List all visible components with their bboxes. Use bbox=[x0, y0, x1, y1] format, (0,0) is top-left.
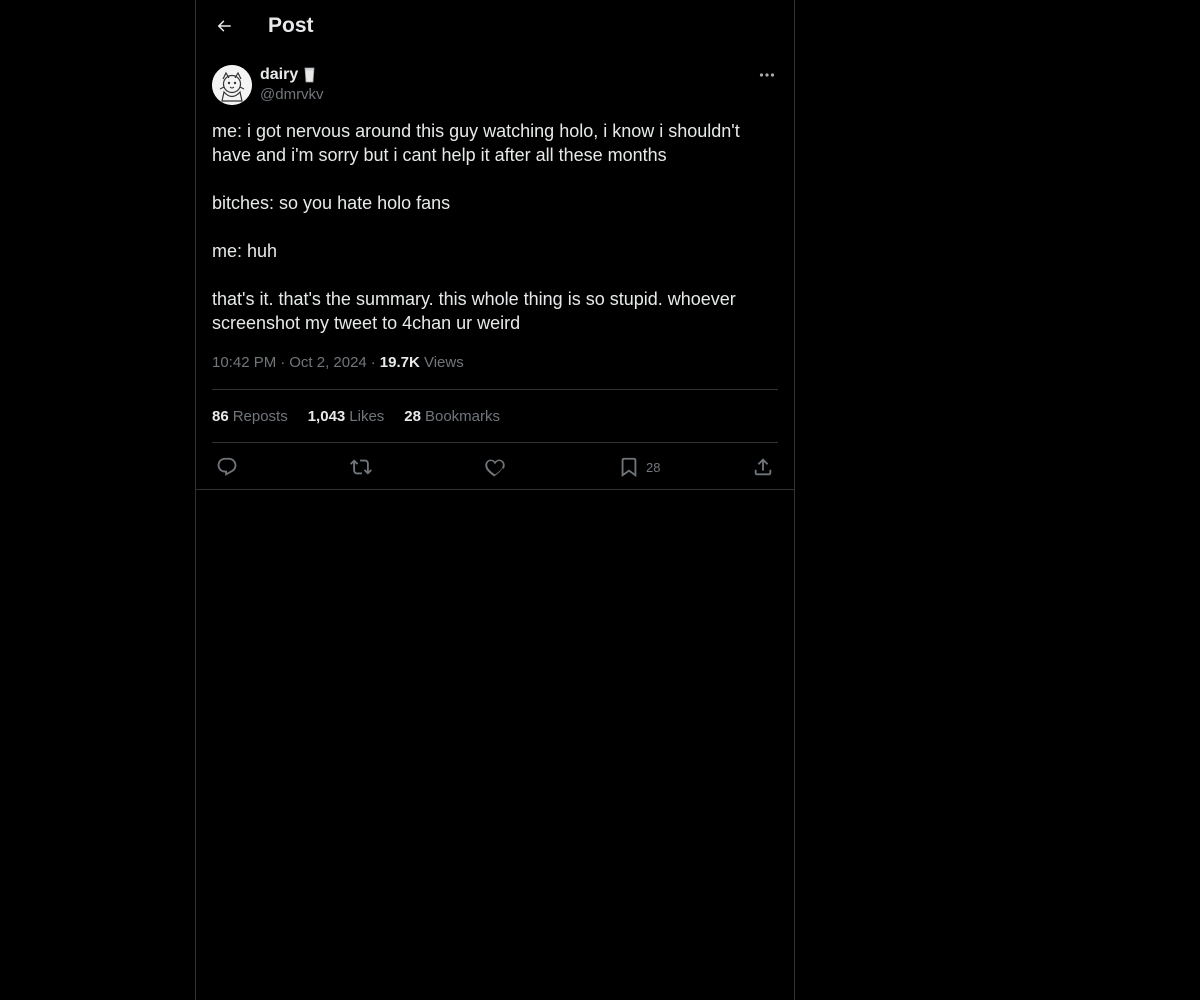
share-icon bbox=[754, 458, 772, 476]
bookmark-button[interactable]: 28 bbox=[618, 456, 660, 478]
reposts-label: Reposts bbox=[232, 407, 288, 425]
reply-icon bbox=[217, 457, 237, 476]
reposts-stat[interactable]: 86 Reposts bbox=[212, 408, 288, 425]
reposts-count: 86 bbox=[212, 407, 229, 425]
avatar-drawing-icon bbox=[212, 65, 252, 105]
display-name[interactable]: dairy bbox=[260, 64, 324, 86]
more-horizontal-icon bbox=[759, 73, 775, 77]
likes-stat[interactable]: 1,043 Likes bbox=[308, 408, 385, 425]
post-paragraph: bitches: so you hate holo fans bbox=[212, 193, 451, 213]
views-count: 19.7K bbox=[379, 354, 420, 371]
meta-separator: · bbox=[280, 354, 286, 371]
bookmarks-label: Bookmarks bbox=[424, 407, 501, 425]
post-bottom-border bbox=[196, 489, 794, 490]
bookmark-icon bbox=[621, 457, 637, 478]
milk-glass-icon bbox=[304, 67, 315, 83]
likes-label: Likes bbox=[349, 407, 385, 425]
post-time[interactable]: 10:42 PM bbox=[212, 354, 276, 371]
author-names: dairy @dmrvkv bbox=[260, 64, 324, 104]
engagement-stats: 86 Reposts 1,043 Likes 28 Bookmarks bbox=[212, 390, 778, 442]
repost-icon bbox=[350, 459, 372, 475]
post-meta: 10:42 PM · Oct 2, 2024 · 19.7K Views bbox=[212, 353, 778, 373]
post-date[interactable]: Oct 2, 2024 bbox=[289, 354, 367, 371]
bookmarks-count: 28 bbox=[404, 407, 421, 425]
bookmark-count: 28 bbox=[646, 459, 661, 475]
avatar[interactable] bbox=[212, 65, 252, 105]
action-bar: 28 bbox=[212, 443, 778, 490]
display-name-text: dairy bbox=[260, 66, 299, 83]
repost-button[interactable] bbox=[350, 456, 372, 478]
likes-count: 1,043 bbox=[307, 407, 346, 425]
top-bar: Post bbox=[196, 0, 794, 53]
author-row: dairy @dmrvkv bbox=[212, 64, 778, 106]
heart-icon bbox=[485, 459, 505, 477]
views-label: Views bbox=[423, 354, 464, 371]
arrow-left-icon bbox=[217, 20, 231, 32]
back-button[interactable] bbox=[210, 12, 238, 40]
post-paragraph: me: i got nervous around this guy watchi… bbox=[212, 121, 740, 165]
share-button[interactable] bbox=[752, 456, 774, 478]
page-title: Post bbox=[268, 14, 314, 37]
reply-button[interactable] bbox=[216, 456, 238, 478]
bookmarks-stat[interactable]: 28 Bookmarks bbox=[404, 408, 500, 425]
author-handle[interactable]: @dmrvkv bbox=[260, 86, 324, 104]
like-button[interactable] bbox=[484, 456, 506, 478]
post-text: me: i got nervous around this guy watchi… bbox=[212, 119, 778, 335]
main-column: Post dairy @dmrvkv me: i got nervous aro… bbox=[195, 0, 795, 1000]
meta-separator: · bbox=[370, 354, 376, 371]
post-paragraph: that's it. that's the summary. this whol… bbox=[212, 289, 736, 333]
post-paragraph: me: huh bbox=[212, 241, 278, 261]
more-options-button[interactable] bbox=[756, 66, 778, 84]
post: dairy @dmrvkv me: i got nervous around t… bbox=[212, 64, 778, 490]
